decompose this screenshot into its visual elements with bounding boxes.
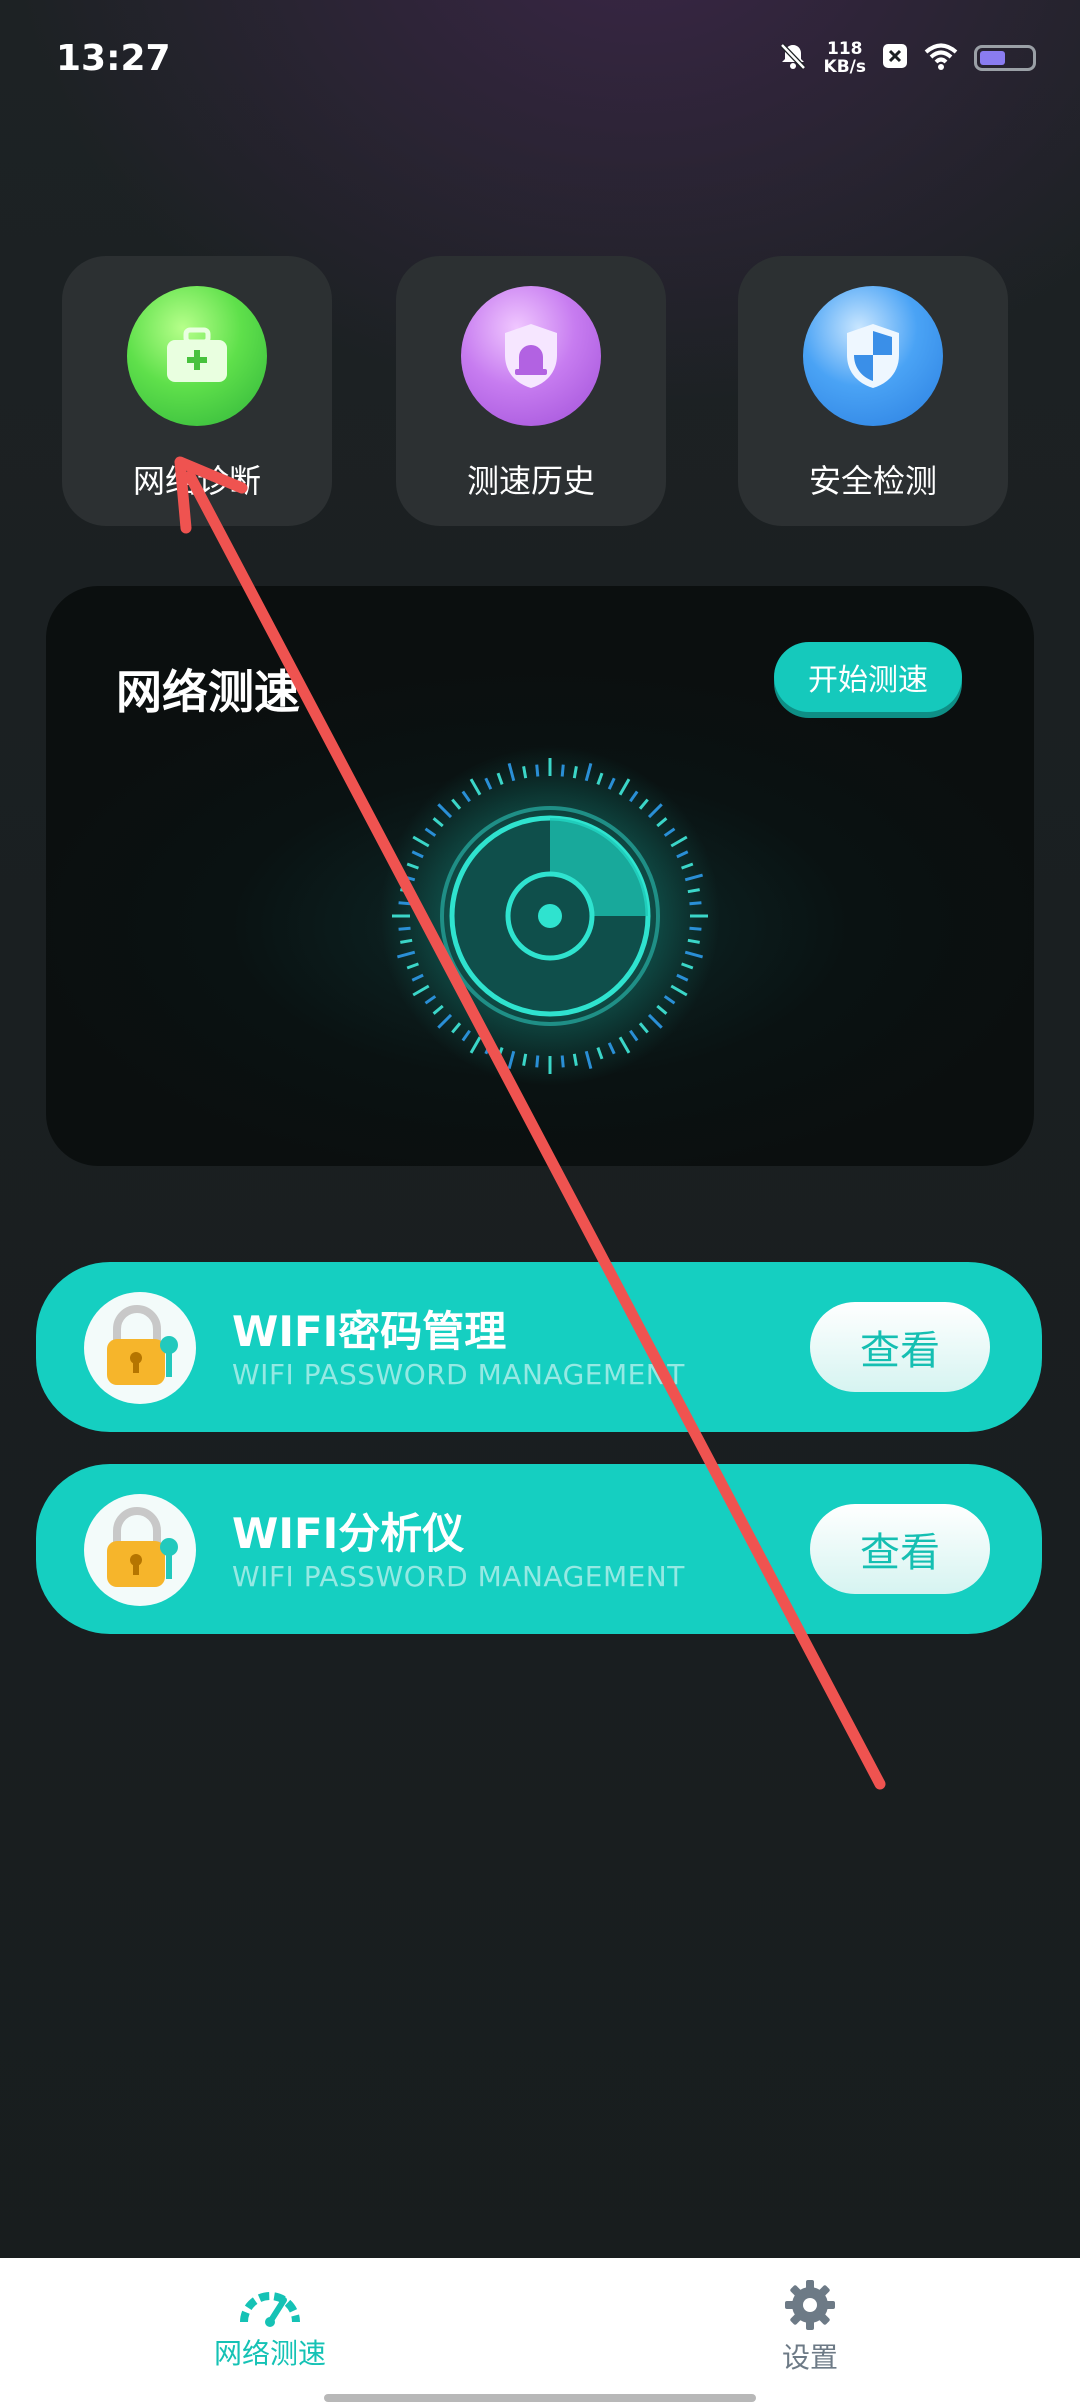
tab-label: 网络测速 [213,2337,326,2370]
home-indicator[interactable] [324,2394,756,2402]
status-time: 13:27 [56,38,171,79]
dial-tick [689,901,702,906]
banner-subtitle: WIFI PASSWORD MANAGEMENT [232,1358,685,1391]
view-button[interactable]: 查看 [810,1504,990,1594]
dial-tick [398,926,411,931]
speed-dial-icon [380,746,720,1086]
battery-level [980,51,1005,65]
padlock-key-icon [84,1292,196,1404]
speed-test-card: 网络测速 开始测速 [46,586,1034,1166]
tile-network-diagnosis[interactable]: 网络诊断 [62,256,332,526]
banner-subtitle: WIFI PASSWORD MANAGEMENT [232,1560,685,1593]
tile-label: 测速历史 [466,462,595,500]
wifi-icon [924,42,958,74]
toolbox-icon [127,286,267,426]
tile-label: 网络诊断 [132,462,261,500]
status-bar: 13:27 118 KB/s [0,0,1080,128]
speed-card-title: 网络测速 [116,665,300,719]
network-speed: 118 KB/s [824,40,866,76]
dial-tick [572,766,578,779]
wifi-analyzer-banner[interactable]: WIFI分析仪 WIFI PASSWORD MANAGEMENT 查看 [36,1464,1042,1634]
network-speed-unit: KB/s [823,57,866,77]
dial-tick [535,764,540,777]
dial-tick [689,926,702,931]
tile-label: 安全检测 [808,462,937,500]
dial-tick [522,1053,528,1066]
banner-title: WIFI分析仪 [232,1509,465,1558]
mute-bell-icon [778,41,808,75]
dial-tick [687,888,700,894]
tab-speed-test[interactable]: 网络测速 [160,2278,380,2372]
network-speed-value: 118 [827,39,863,59]
bottom-tab-bar: 网络测速 设置 [0,2258,1080,2408]
dial-tick [687,938,700,944]
tile-speed-history[interactable]: 测速历史 [396,256,666,526]
speedometer-icon [240,2292,300,2327]
dial-tick [560,1055,565,1068]
dial-tick [572,1053,578,1066]
alarm-shield-icon [461,286,601,426]
dial-tick [400,888,413,894]
wifi-password-banner[interactable]: WIFI密码管理 WIFI PASSWORD MANAGEMENT 查看 [36,1262,1042,1432]
close-box-icon [882,43,908,73]
padlock-key-icon [84,1494,196,1606]
dial-tick [400,938,413,944]
gear-icon [785,2280,835,2330]
dial-tick [522,766,528,779]
dial-tick [398,901,411,906]
dial-tick [535,1055,540,1068]
dial-tick [560,764,565,777]
start-speed-test-button[interactable]: 开始测速 [774,642,962,712]
security-shield-icon [803,286,943,426]
banner-title: WIFI密码管理 [232,1307,507,1356]
tile-security-check[interactable]: 安全检测 [738,256,1008,526]
battery-icon [974,45,1036,71]
tab-settings[interactable]: 设置 [700,2278,920,2376]
tab-label: 设置 [781,2341,838,2374]
status-icons: 118 KB/s [778,40,1036,76]
view-button[interactable]: 查看 [810,1302,990,1392]
